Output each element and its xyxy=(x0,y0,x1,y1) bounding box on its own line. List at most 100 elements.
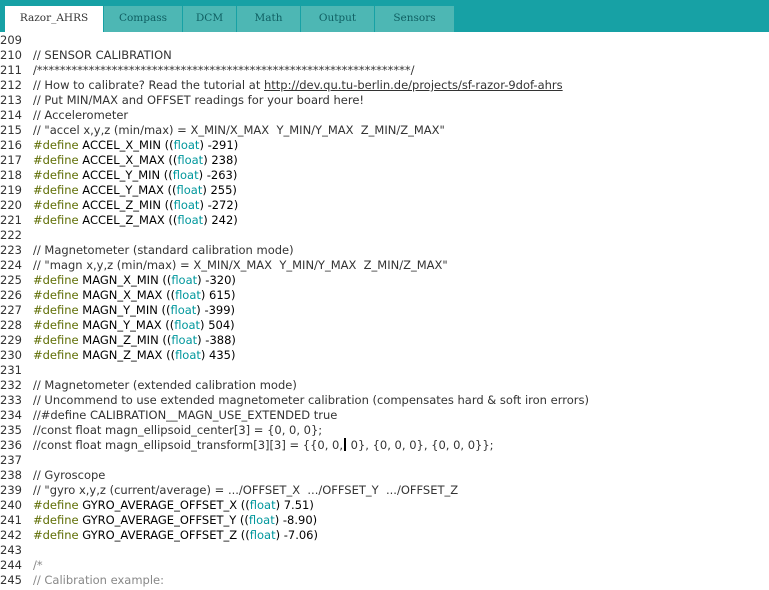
macro-name: GYRO_AVERAGE_OFFSET_Z (( xyxy=(78,528,250,542)
type-keyword: float xyxy=(249,528,276,542)
code-line[interactable]: 228 #define MAGN_Y_MAX ((float) 504) xyxy=(0,318,769,333)
type-keyword: float xyxy=(173,138,200,152)
macro-name: MAGN_X_MIN (( xyxy=(78,273,172,287)
line-number: 230 xyxy=(0,348,22,362)
code-line[interactable]: 231 xyxy=(0,363,769,378)
code-line[interactable]: 213 // Put MIN/MAX and OFFSET readings fo… xyxy=(0,93,769,108)
line-number: 236 xyxy=(0,438,22,452)
tab-output[interactable]: Output xyxy=(301,6,374,32)
code-text: #define GYRO_AVERAGE_OFFSET_X ((float) 7… xyxy=(33,498,314,513)
code-line[interactable]: 219 #define ACCEL_Y_MAX ((float) 255) xyxy=(0,183,769,198)
code-text: #define ACCEL_Z_MIN ((float) -272) xyxy=(33,198,238,213)
define-keyword: #define xyxy=(33,138,79,152)
macro-name: MAGN_Y_MAX (( xyxy=(78,318,175,332)
code-text: // Accelerometer xyxy=(33,108,128,123)
code-line[interactable]: 241 #define GYRO_AVERAGE_OFFSET_Y ((float… xyxy=(0,513,769,528)
code-line[interactable]: 209 xyxy=(0,33,769,48)
code-line[interactable]: 220 #define ACCEL_Z_MIN ((float) -272) xyxy=(0,198,769,213)
type-keyword: float xyxy=(249,498,276,512)
code-line[interactable]: 237 xyxy=(0,453,769,468)
code-line[interactable]: 221 #define ACCEL_Z_MAX ((float) 242) xyxy=(0,213,769,228)
code-line[interactable]: 229 #define MAGN_Z_MIN ((float) -388) xyxy=(0,333,769,348)
code-line[interactable]: 232 // Magnetometer (extended calibration… xyxy=(0,378,769,393)
macro-value: ) 255) xyxy=(202,183,237,197)
macro-name: ACCEL_Y_MAX (( xyxy=(78,183,177,197)
tab-math[interactable]: Math xyxy=(237,6,300,32)
code-line[interactable]: 211 /************************************… xyxy=(0,63,769,78)
line-number: 214 xyxy=(0,108,22,122)
comment-text: // SENSOR CALIBRATION xyxy=(33,48,172,62)
code-line[interactable]: 227 #define MAGN_Y_MIN ((float) -399) xyxy=(0,303,769,318)
comment-text: // Accelerometer xyxy=(33,108,129,122)
code-line[interactable]: 243 xyxy=(0,543,769,558)
code-editor[interactable]: 209 210 // SENSOR CALIBRATION 211 /*********… xyxy=(0,32,769,590)
line-number: 219 xyxy=(0,183,22,197)
tab-compass[interactable]: Compass xyxy=(104,6,182,32)
code-line[interactable]: 222 xyxy=(0,228,769,243)
line-number: 243 xyxy=(0,543,22,557)
comment-text: // "gyro x,y,z (current/average) = .../O… xyxy=(33,483,459,497)
code-line[interactable]: 234 //#define CALIBRATION__MAGN_USE_EXTEN… xyxy=(0,408,769,423)
code-line[interactable]: 240 #define GYRO_AVERAGE_OFFSET_X ((float… xyxy=(0,498,769,513)
define-keyword: #define xyxy=(33,498,79,512)
macro-name: MAGN_X_MAX (( xyxy=(78,288,176,302)
code-line[interactable]: 236 //const float magn_ellipsoid_transfor… xyxy=(0,438,769,453)
macro-value: ) -399) xyxy=(196,303,236,317)
tab-dcm[interactable]: DCM xyxy=(183,6,236,32)
code-line[interactable]: 239 // "gyro x,y,z (current/average) = ..… xyxy=(0,483,769,498)
line-number: 237 xyxy=(0,453,22,467)
code-text: /***************************************… xyxy=(33,63,415,78)
line-number: 241 xyxy=(0,513,22,527)
comment-text: // Calibration example: xyxy=(33,573,165,587)
code-line[interactable]: 223 // Magnetometer (standard calibration… xyxy=(0,243,769,258)
code-line[interactable]: 233 // Uncommend to use extended magnetom… xyxy=(0,393,769,408)
code-line[interactable]: 235 //const float magn_ellipsoid_center[3… xyxy=(0,423,769,438)
line-number: 227 xyxy=(0,303,22,317)
code-line[interactable]: 230 #define MAGN_Z_MAX ((float) 435) xyxy=(0,348,769,363)
code-line[interactable]: 244 /* xyxy=(0,558,769,573)
type-keyword: float xyxy=(248,513,275,527)
code-line[interactable]: 238 // Gyroscope xyxy=(0,468,769,483)
code-line[interactable]: 226 #define MAGN_X_MAX ((float) 615) xyxy=(0,288,769,303)
code-text: #define GYRO_AVERAGE_OFFSET_Z ((float) -… xyxy=(33,528,318,543)
line-number: 224 xyxy=(0,258,22,272)
code-text: #define ACCEL_Y_MAX ((float) 255) xyxy=(33,183,237,198)
code-line[interactable]: 225 #define MAGN_X_MIN ((float) -320) xyxy=(0,273,769,288)
comment-text: // Uncommend to use extended magnetomete… xyxy=(33,393,589,407)
macro-value: ) 435) xyxy=(200,348,236,362)
line-number: 212 xyxy=(0,78,22,92)
type-keyword: float xyxy=(174,318,201,332)
code-line[interactable]: 245 // Calibration example: xyxy=(0,573,769,588)
tab-razor-ahrs[interactable]: Razor_AHRS xyxy=(5,6,103,32)
code-text: #define ACCEL_Z_MAX ((float) 242) xyxy=(33,213,238,228)
macro-name: MAGN_Z_MIN (( xyxy=(78,333,172,347)
code-line[interactable]: 212 // How to calibrate? Read the tutoria… xyxy=(0,78,769,93)
code-line[interactable]: 224 // "magn x,y,z (min/max) = X_MIN/X_MA… xyxy=(0,258,769,273)
code-line[interactable]: 217 #define ACCEL_X_MAX ((float) 238) xyxy=(0,153,769,168)
code-line[interactable]: 218 #define ACCEL_Y_MIN ((float) -263) xyxy=(0,168,769,183)
type-keyword: float xyxy=(170,303,197,317)
code-text: #define ACCEL_X_MAX ((float) 238) xyxy=(33,153,238,168)
line-number: 244 xyxy=(0,558,22,572)
code-line[interactable]: 210 // SENSOR CALIBRATION xyxy=(0,48,769,63)
line-number: 240 xyxy=(0,498,22,512)
define-keyword: #define xyxy=(33,318,79,332)
line-number: 229 xyxy=(0,333,22,347)
macro-value: ) -263) xyxy=(198,168,238,182)
comment-text: // How to calibrate? Read the tutorial a… xyxy=(33,78,264,92)
line-number: 234 xyxy=(0,408,22,422)
line-number: 239 xyxy=(0,483,22,497)
line-number: 210 xyxy=(0,48,22,62)
code-line[interactable]: 215 // "accel x,y,z (min/max) = X_MIN/X_M… xyxy=(0,123,769,138)
code-line[interactable]: 214 // Accelerometer xyxy=(0,108,769,123)
code-text: // Magnetometer (extended calibration mo… xyxy=(33,378,297,393)
macro-value: ) -291) xyxy=(199,138,239,152)
code-text: // Magnetometer (standard calibration mo… xyxy=(33,243,294,258)
line-number: 213 xyxy=(0,93,22,107)
text-cursor xyxy=(344,438,347,451)
tutorial-link[interactable]: http://dev.qu.tu-berlin.de/projects/sf-r… xyxy=(264,78,563,92)
define-keyword: #define xyxy=(33,168,79,182)
code-line[interactable]: 242 #define GYRO_AVERAGE_OFFSET_Z ((float… xyxy=(0,528,769,543)
tab-sensors[interactable]: Sensors xyxy=(375,6,454,32)
code-line[interactable]: 216 #define ACCEL_X_MIN ((float) -291) xyxy=(0,138,769,153)
